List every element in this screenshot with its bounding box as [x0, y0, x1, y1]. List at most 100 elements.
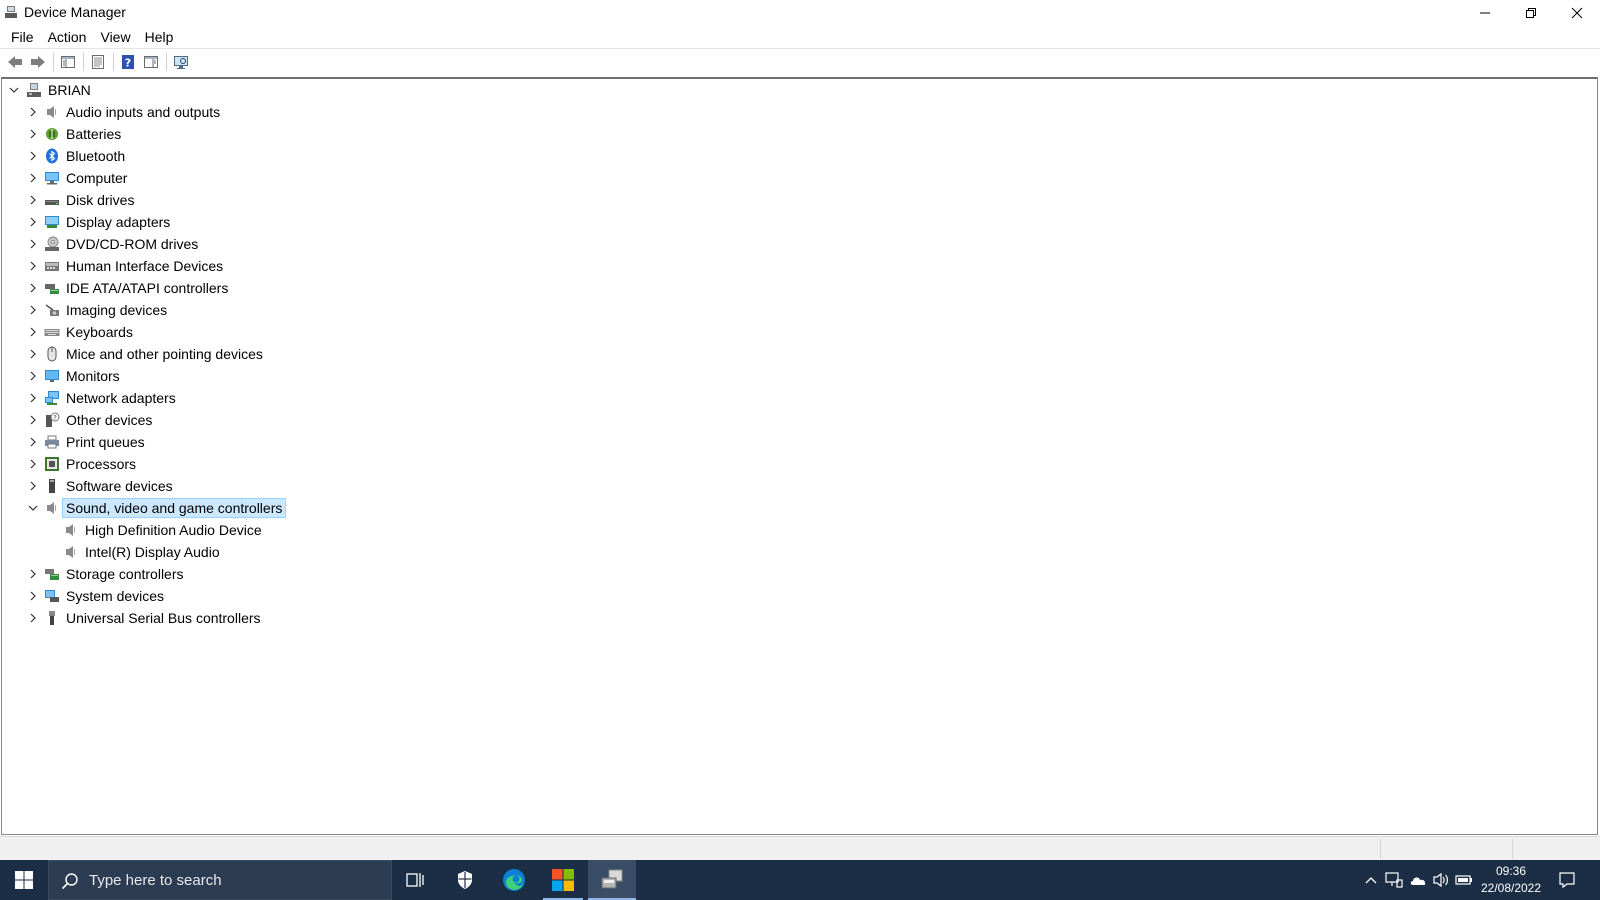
expand-chevron-icon[interactable] [27, 326, 39, 338]
network-icon [1385, 872, 1403, 888]
status-separator [1380, 839, 1381, 859]
collapse-chevron-icon[interactable] [27, 502, 39, 514]
task-view-icon [406, 873, 424, 887]
printer-icon [45, 435, 59, 449]
tree-category-imaging[interactable]: Imaging devices [2, 299, 302, 321]
show-hidden-icons-button[interactable] [1362, 871, 1380, 889]
category-label: System devices [66, 588, 165, 604]
expand-chevron-icon[interactable] [27, 106, 39, 118]
expand-chevron-icon[interactable] [27, 458, 39, 470]
tree-category-other-devices[interactable]: ? Other devices [2, 409, 302, 431]
menu-action[interactable]: Action [41, 27, 94, 47]
expand-chevron-icon[interactable] [27, 392, 39, 404]
svg-text:?: ? [125, 56, 131, 69]
tree-category-computer[interactable]: Computer [2, 167, 302, 189]
show-hide-console-tree-button[interactable] [57, 52, 79, 72]
category-label: Imaging devices [66, 302, 168, 318]
tree-category-display-adapters[interactable]: Display adapters [2, 211, 302, 233]
tree-root-row[interactable]: BRIAN [2, 79, 302, 101]
volume-tray-button[interactable] [1432, 871, 1450, 889]
expand-chevron-icon[interactable] [27, 304, 39, 316]
onedrive-tray-button[interactable] [1409, 871, 1427, 889]
expand-chevron-icon[interactable] [27, 128, 39, 140]
mouse-icon [47, 346, 57, 362]
task-view-button[interactable] [392, 860, 440, 900]
expand-chevron-icon[interactable] [27, 480, 39, 492]
tree-category-system-devices[interactable]: System devices [2, 585, 302, 607]
battery-tray-button[interactable] [1455, 871, 1473, 889]
expand-chevron-icon[interactable] [27, 216, 39, 228]
expand-chevron-icon[interactable] [27, 612, 39, 624]
device-tree[interactable]: BRIAN Audio inputs and outputs Batteries… [1, 77, 1598, 835]
tree-category-monitors[interactable]: Monitors [2, 365, 302, 387]
menu-file[interactable]: File [4, 27, 41, 47]
tree-device-hd-audio[interactable]: High Definition Audio Device [2, 519, 302, 541]
tree-category-disk-drives[interactable]: Disk drives [2, 189, 302, 211]
microsoft-store-button[interactable] [539, 860, 587, 900]
tree-category-usb-controllers[interactable]: Universal Serial Bus controllers [2, 607, 302, 629]
tree-category-audio-inputs[interactable]: Audio inputs and outputs [2, 101, 302, 123]
show-action-pane-button[interactable] [140, 52, 162, 72]
forward-button[interactable] [27, 52, 49, 72]
expand-chevron-icon[interactable] [27, 414, 39, 426]
expand-chevron-icon[interactable] [27, 436, 39, 448]
tree-category-network-adapters[interactable]: Network adapters [2, 387, 302, 409]
toolbar-separator [166, 52, 167, 71]
toolbar-separator [113, 52, 114, 71]
help-button[interactable]: ? [117, 52, 139, 72]
scan-hardware-button[interactable] [170, 52, 192, 72]
back-button[interactable] [4, 52, 26, 72]
tree-root-label: BRIAN [48, 82, 91, 98]
tree-category-batteries[interactable]: Batteries [2, 123, 302, 145]
close-button[interactable] [1554, 0, 1600, 26]
start-button[interactable] [0, 860, 48, 900]
notification-icon [1559, 872, 1575, 889]
tree-category-ide-controllers[interactable]: IDE ATA/ATAPI controllers [2, 277, 302, 299]
minimize-button[interactable] [1462, 0, 1508, 26]
taskbar-clock[interactable]: 09:36 22/08/2022 [1476, 863, 1546, 897]
expand-chevron-icon[interactable] [27, 172, 39, 184]
restore-button[interactable] [1508, 0, 1554, 26]
tree-category-bluetooth[interactable]: Bluetooth [2, 145, 302, 167]
tree-category-hid[interactable]: Human Interface Devices [2, 255, 302, 277]
toolbar-separator [53, 52, 54, 71]
tree-category-print-queues[interactable]: Print queues [2, 431, 302, 453]
software-device-icon [49, 479, 55, 493]
tree-category-software-devices[interactable]: Software devices [2, 475, 302, 497]
tree-device-intel-display-audio[interactable]: Intel(R) Display Audio [2, 541, 302, 563]
tree-category-mice[interactable]: Mice and other pointing devices [2, 343, 302, 365]
action-center-button[interactable] [1558, 871, 1576, 889]
tree-category-processors[interactable]: Processors [2, 453, 302, 475]
device-manager-taskbar-icon [601, 869, 623, 889]
dvd-drive-icon [45, 236, 59, 251]
expand-chevron-icon[interactable] [27, 590, 39, 602]
store-icon [552, 869, 574, 891]
search-icon [61, 873, 78, 890]
expand-chevron-icon[interactable] [27, 348, 39, 360]
expand-chevron-icon[interactable] [27, 260, 39, 272]
menu-help[interactable]: Help [138, 27, 181, 47]
network-tray-button[interactable] [1385, 871, 1403, 889]
clock-date: 22/08/2022 [1480, 881, 1542, 895]
onedrive-icon [1410, 877, 1426, 885]
expand-chevron-icon[interactable] [27, 238, 39, 250]
expand-chevron-icon[interactable] [27, 282, 39, 294]
expand-chevron-icon[interactable] [27, 150, 39, 162]
tree-category-storage-controllers[interactable]: Storage controllers [2, 563, 302, 585]
bluetooth-icon [46, 148, 58, 164]
device-manager-taskbar-button[interactable] [588, 860, 636, 900]
windows-security-button[interactable] [441, 860, 489, 900]
tree-category-sound-video-game[interactable]: Sound, video and game controllers [2, 497, 302, 519]
collapse-chevron-icon[interactable] [8, 84, 20, 96]
ide-controller-icon [45, 284, 59, 294]
properties-button[interactable] [87, 52, 109, 72]
tree-category-keyboards[interactable]: Keyboards [2, 321, 302, 343]
expand-chevron-icon[interactable] [27, 194, 39, 206]
tree-category-dvd-drives[interactable]: DVD/CD-ROM drives [2, 233, 302, 255]
category-label: Audio inputs and outputs [66, 104, 221, 120]
taskbar-search-box[interactable]: Type here to search [48, 860, 392, 900]
expand-chevron-icon[interactable] [27, 370, 39, 382]
expand-chevron-icon[interactable] [27, 568, 39, 580]
menu-view[interactable]: View [93, 27, 137, 47]
edge-button[interactable] [490, 860, 538, 900]
